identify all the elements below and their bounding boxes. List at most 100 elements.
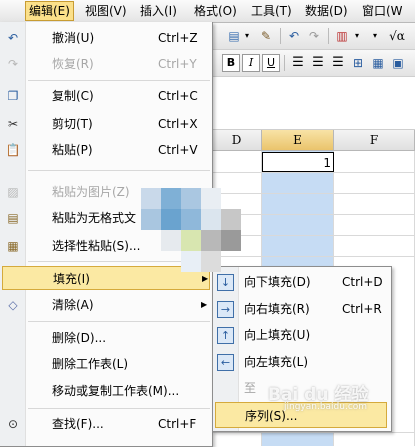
- undo-icon[interactable]: ↶: [286, 27, 302, 45]
- italic-button[interactable]: I: [242, 54, 260, 72]
- toolbar-divider: [280, 28, 281, 44]
- menu-item-shortcut: Ctrl+Y: [158, 57, 197, 71]
- menu-item-shortcut: Ctrl+V: [158, 143, 198, 157]
- menu-item-shortcut: Ctrl+D: [342, 275, 383, 289]
- menu-item-fill-right[interactable]: → 向右填充(R) Ctrl+R: [213, 296, 391, 322]
- bold-button[interactable]: B: [222, 54, 240, 72]
- menu-item-label: 向左填充(L): [244, 355, 309, 369]
- insert-row-icon[interactable]: ▥: [334, 27, 350, 45]
- fill-left-icon: ←: [217, 354, 234, 371]
- menu-bar: 编辑(E) 视图(V) 插入(I) 格式(O) 工具(T) 数据(D) 窗口(W: [0, 0, 415, 23]
- wrap-text-icon[interactable]: ▦: [370, 54, 386, 72]
- menu-item-fill-up[interactable]: ↑ 向上填充(U): [213, 322, 391, 348]
- menu-item-label: 选择性粘贴(S)...: [52, 239, 141, 253]
- menu-insert[interactable]: 插入(I): [137, 2, 180, 20]
- redo-icon: ↷: [7, 57, 19, 71]
- menu-item-label: 向右填充(R): [244, 302, 310, 316]
- menu-item-delete[interactable]: 删除(D)...: [0, 326, 212, 350]
- menu-separator: [28, 408, 210, 409]
- menu-format[interactable]: 格式(O): [191, 2, 240, 20]
- paste-special-icon: ▦: [7, 239, 19, 253]
- menu-item-label: 向上填充(U): [244, 328, 311, 342]
- menu-item-copy[interactable]: ❐ 复制(C) Ctrl+C: [0, 84, 212, 108]
- chevron-right-icon: ▶: [201, 300, 208, 309]
- binoculars-icon: ⊙: [7, 417, 19, 431]
- menu-separator: [28, 170, 210, 171]
- menu-item-shortcut: Ctrl+Z: [158, 31, 198, 45]
- menu-item-label: 粘贴(P): [52, 143, 93, 157]
- formula-bar[interactable]: [212, 77, 415, 130]
- column-header-f[interactable]: F: [334, 130, 415, 151]
- formula-icon[interactable]: √α: [384, 27, 410, 45]
- align-left-icon[interactable]: ☰: [290, 54, 306, 72]
- align-right-icon[interactable]: ☰: [330, 54, 346, 72]
- formatting-toolbar: B I U ☰ ☰ ☰ ⊞ ▦ ▣: [212, 50, 415, 77]
- merge-cells-icon[interactable]: ⊞: [350, 54, 366, 72]
- menu-item-label: 删除(D)...: [52, 331, 107, 345]
- menu-item-cut[interactable]: ✂ 剪切(T) Ctrl+X: [0, 112, 212, 136]
- menu-item-label: 撤消(U): [52, 31, 95, 45]
- menu-item-label: 剪切(T): [52, 117, 93, 131]
- fill-down-icon: ↓: [217, 274, 234, 291]
- watermark-url: jingyan.baidu.com: [284, 402, 368, 412]
- cell-e1[interactable]: 1: [262, 152, 334, 172]
- menu-item-label: 至: [244, 381, 257, 395]
- menu-item-shortcut: Ctrl+X: [158, 117, 198, 131]
- toolbar-divider: [328, 28, 329, 44]
- chevron-down-icon[interactable]: ▾: [352, 27, 362, 45]
- standard-toolbar: ▤ ▾ ✎ ↶ ↷ ▥ ▾ ▾ √α: [212, 23, 415, 50]
- menu-item-shortcut: Ctrl+C: [158, 89, 198, 103]
- fill-up-icon: ↑: [217, 327, 234, 344]
- grid-line: [212, 432, 415, 433]
- menu-item-label: 恢复(R): [52, 57, 94, 71]
- paste-dropdown-icon[interactable]: ▤: [226, 27, 242, 45]
- format-painter-icon[interactable]: ✎: [258, 27, 274, 45]
- redo-icon[interactable]: ↷: [306, 27, 322, 45]
- menu-item-undo[interactable]: ↶ 撤消(U) Ctrl+Z: [0, 26, 212, 50]
- paste-icon: 📋: [5, 143, 21, 157]
- menu-item-label: 粘贴为无格式文: [52, 211, 137, 225]
- align-center-icon[interactable]: ☰: [310, 54, 326, 72]
- menu-item-label: 填充(I): [53, 272, 90, 286]
- menu-tools[interactable]: 工具(T): [248, 2, 295, 20]
- menu-item-clear[interactable]: ◇ 清除(A) ▶: [0, 293, 212, 317]
- chevron-down-icon[interactable]: ▾: [370, 27, 380, 45]
- menu-edit[interactable]: 编辑(E): [25, 1, 74, 21]
- grid-line: [212, 214, 415, 215]
- fill-right-icon: →: [217, 301, 234, 318]
- menu-separator: [28, 321, 210, 322]
- menu-view[interactable]: 视图(V): [82, 2, 130, 20]
- paste-picture-icon: ▨: [7, 185, 19, 199]
- eraser-icon: ◇: [8, 298, 18, 312]
- grid-line: [212, 193, 415, 194]
- grid-line: [212, 256, 415, 257]
- column-header-e[interactable]: E: [262, 130, 334, 151]
- menu-separator: [28, 80, 210, 81]
- menu-item-paste[interactable]: 📋 粘贴(P) Ctrl+V: [0, 138, 212, 162]
- pixelated-blur-region: [141, 188, 241, 272]
- menu-item-label: 删除工作表(L): [52, 357, 129, 371]
- paste-plain-icon: ▤: [7, 211, 19, 225]
- menu-window[interactable]: 窗口(W: [359, 2, 406, 20]
- menu-item-fill-down[interactable]: ↓ 向下填充(D) Ctrl+D: [213, 269, 391, 295]
- grid-line: [212, 235, 415, 236]
- undo-icon: ↶: [7, 31, 19, 45]
- menu-data[interactable]: 数据(D): [302, 2, 351, 20]
- chevron-down-icon[interactable]: ▾: [242, 27, 252, 45]
- grid-line: [212, 172, 415, 173]
- menu-item-fill-left[interactable]: ← 向左填充(L): [213, 349, 391, 375]
- menu-item-delete-sheet[interactable]: 删除工作表(L): [0, 352, 212, 376]
- column-header-d[interactable]: D: [212, 130, 262, 151]
- cut-icon: ✂: [7, 117, 19, 131]
- underline-button[interactable]: U: [262, 54, 280, 72]
- currency-icon[interactable]: ▣: [390, 54, 406, 72]
- menu-item-shortcut: Ctrl+R: [342, 302, 382, 316]
- menu-item-redo[interactable]: ↷ 恢复(R) Ctrl+Y: [0, 52, 212, 76]
- menu-item-label: 粘贴为图片(Z): [52, 185, 130, 199]
- copy-icon: ❐: [7, 89, 19, 103]
- menu-item-shortcut: Ctrl+F: [158, 417, 197, 431]
- menu-item-label: 清除(A): [52, 298, 94, 312]
- menu-item-find[interactable]: ⊙ 查找(F)... Ctrl+F: [0, 412, 212, 436]
- menu-item-move-copy-sheet[interactable]: 移动或复制工作表(M)...: [0, 379, 212, 403]
- toolbar-divider: [284, 55, 285, 71]
